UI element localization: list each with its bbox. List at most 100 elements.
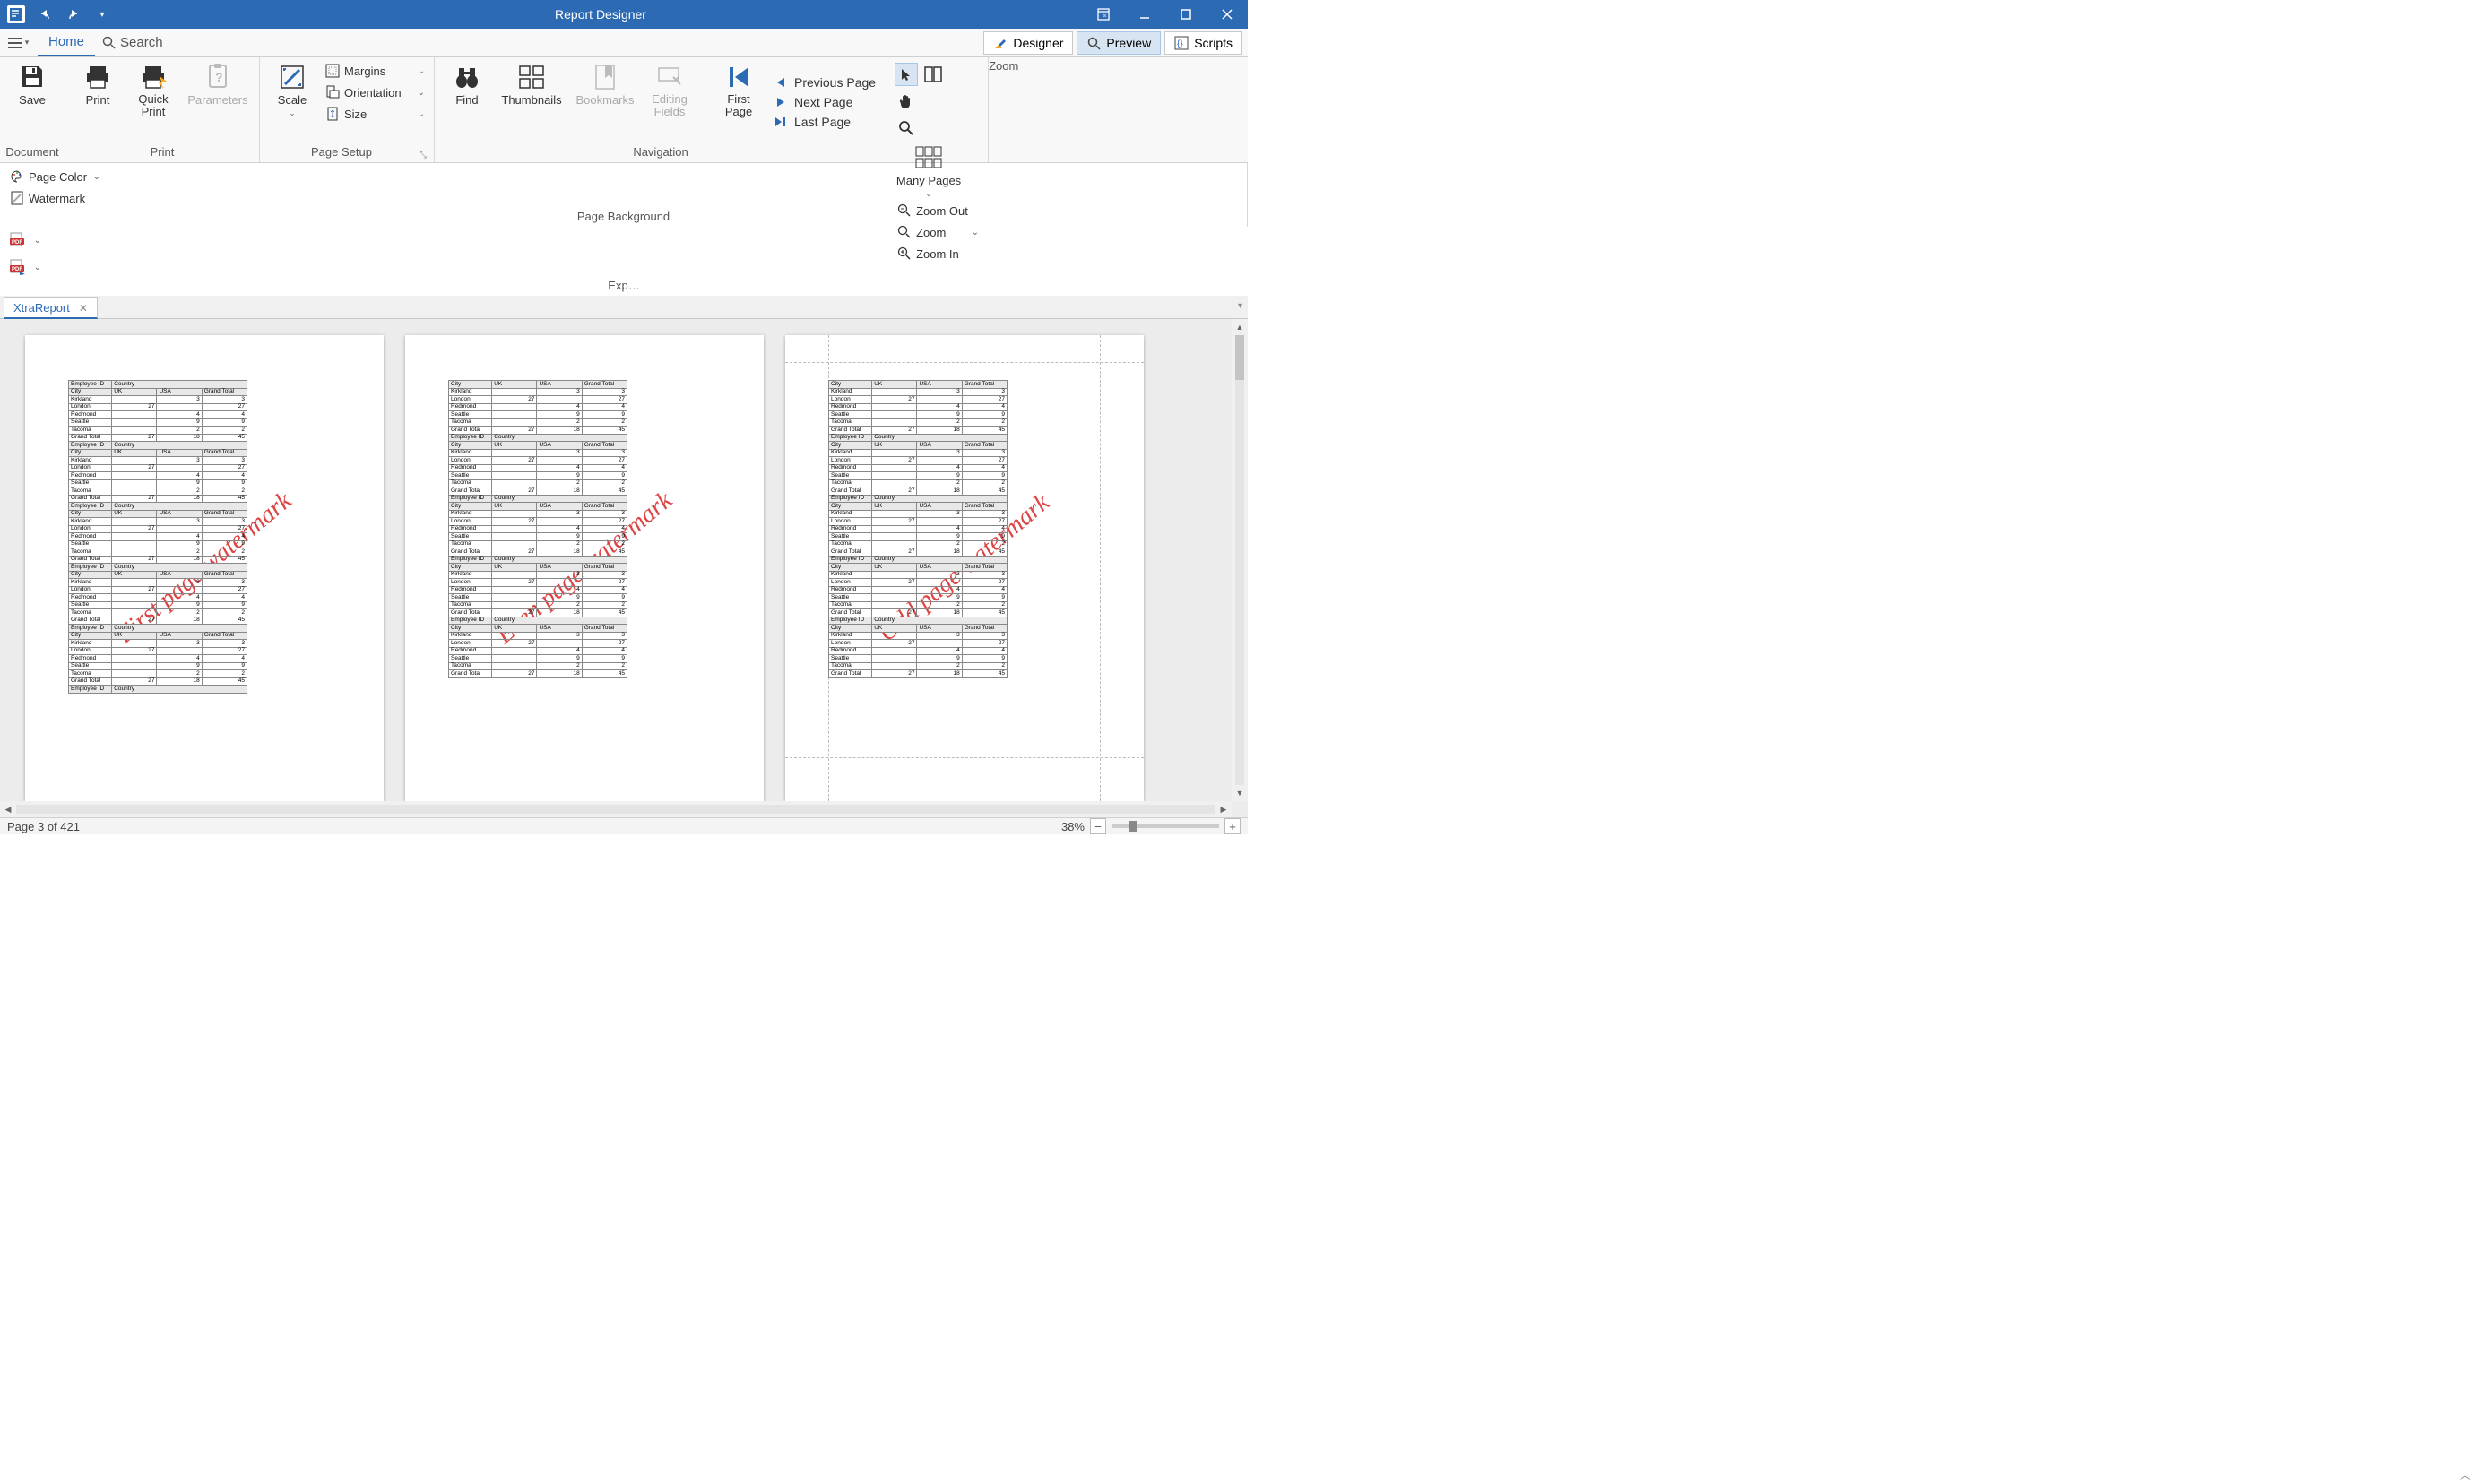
parameters-button[interactable]: ? Parameters	[182, 61, 254, 108]
orientation-button[interactable]: Orientation ⌄	[321, 82, 428, 102]
app-icon[interactable]	[4, 2, 29, 27]
export-pdf-button[interactable]: PDF ⌄	[5, 230, 45, 250]
vertical-scrollbar[interactable]: ▲ ▼	[1232, 319, 1248, 801]
close-tab-icon[interactable]: ✕	[79, 302, 88, 315]
svg-text:{}: {}	[1177, 39, 1183, 49]
document-tab-strip: XtraReport ✕ ▾	[0, 296, 1248, 319]
status-bar: Page 3 of 421 38% − +	[0, 817, 1248, 834]
bookmarks-button[interactable]: Bookmarks	[569, 61, 641, 108]
magnifier-tool-button[interactable]	[895, 116, 918, 140]
zoom-out-icon	[896, 203, 913, 219]
size-button[interactable]: Size ⌄	[321, 104, 428, 124]
scroll-up-icon[interactable]: ▲	[1232, 319, 1248, 335]
maximize-button[interactable]	[1165, 0, 1207, 29]
qat-customize[interactable]: ▾	[90, 2, 115, 27]
first-page-button[interactable]: FirstPage	[712, 61, 766, 121]
ribbon-group-page-setup: Scale ⌄ Margins ⌄ Orientation ⌄ Size ⌄	[260, 57, 435, 162]
minimize-button[interactable]	[1124, 0, 1165, 29]
pointer-tool-button[interactable]	[895, 63, 918, 86]
save-icon	[18, 63, 47, 91]
svg-text:PDF: PDF	[12, 240, 22, 246]
ribbon-group-export: PDF ⌄ PDF ⌄ Exp…	[0, 227, 1248, 296]
editing-fields-button[interactable]: EditingFields	[643, 61, 696, 121]
ribbon-group-document: Save Document	[0, 57, 65, 162]
last-page-button[interactable]: Last Page	[767, 113, 881, 131]
ribbon-group-print: Print QuickPrint ? Parameters Print	[65, 57, 260, 162]
scale-icon	[278, 63, 307, 91]
zoom-out-button[interactable]: Zoom Out	[893, 201, 982, 220]
single-page-icon	[924, 66, 942, 82]
size-icon	[324, 106, 341, 122]
find-button[interactable]: Find	[440, 61, 494, 108]
next-page-button[interactable]: Next Page	[767, 93, 881, 111]
view-tab-scripts[interactable]: {} Scripts	[1164, 31, 1242, 55]
tab-home[interactable]: Home	[38, 29, 95, 56]
ribbon: Save Document Print QuickPrint ?	[0, 57, 1248, 163]
scroll-right-icon[interactable]: ▶	[1215, 801, 1232, 817]
report-table: CityUKUSAGrand TotalKirkland33London2727…	[828, 380, 1008, 678]
zoom-minus-button[interactable]: −	[1090, 818, 1106, 834]
preview-page[interactable]: Odd page watermark CityUKUSAGrand TotalK…	[785, 335, 1144, 801]
zoom-icon	[896, 224, 913, 240]
printer-icon	[83, 63, 112, 91]
thumbnails-icon	[517, 63, 546, 91]
first-page-icon	[724, 63, 753, 91]
zoom-percent-label[interactable]: 38%	[1061, 820, 1085, 833]
undo-button[interactable]	[32, 2, 57, 27]
page-color-button[interactable]: Page Color ⌄	[5, 167, 104, 186]
zoom-in-icon	[896, 246, 913, 262]
file-menu-button[interactable]: ▾	[5, 32, 30, 54]
thumbnails-button[interactable]: Thumbnails	[496, 61, 567, 108]
horizontal-scrollbar[interactable]: ◀ ▶	[0, 801, 1232, 817]
preview-icon	[1086, 36, 1101, 50]
previous-page-button[interactable]: Previous Page	[767, 73, 881, 91]
ribbon-group-page-background: Page Color ⌄ Watermark Page Background	[0, 163, 1248, 227]
margins-button[interactable]: Margins ⌄	[321, 61, 428, 81]
many-pages-button[interactable]: Many Pages ⌄	[893, 142, 965, 201]
zoom-in-button[interactable]: Zoom In	[893, 244, 982, 263]
export-pdf-send-button[interactable]: PDF ⌄	[5, 257, 45, 277]
scroll-down-icon[interactable]: ▼	[1232, 785, 1248, 801]
search-label: Search	[120, 35, 163, 50]
report-table: CityUKUSAGrand TotalKirkland33London2727…	[448, 380, 627, 678]
many-pages-icon	[914, 143, 943, 172]
close-button[interactable]	[1207, 0, 1248, 29]
redo-button[interactable]	[61, 2, 86, 27]
page-setup-dialog-launcher[interactable]: ⤡	[418, 151, 428, 160]
orientation-icon	[324, 84, 341, 100]
view-tab-preview[interactable]: Preview	[1077, 31, 1161, 55]
parameters-icon: ?	[203, 63, 232, 91]
margins-icon	[324, 63, 341, 79]
zoom-plus-button[interactable]: +	[1224, 818, 1241, 834]
hand-icon	[898, 93, 914, 109]
svg-text:?: ?	[215, 70, 223, 84]
preview-page[interactable]: Even page watermark CityUKUSAGrand Total…	[405, 335, 764, 801]
print-button[interactable]: Print	[71, 61, 125, 108]
scale-button[interactable]: Scale ⌄	[265, 61, 319, 120]
title-bar: ▾ Report Designer	[0, 0, 1248, 29]
window-title: Report Designer	[118, 7, 1083, 22]
report-table: Employee IDCountryCityUKUSAGrand TotalKi…	[68, 380, 247, 694]
pages-container[interactable]: First page watermark Employee IDCountryC…	[0, 319, 1248, 817]
quick-access-toolbar: ▾	[0, 2, 118, 27]
document-tab[interactable]: XtraReport ✕	[4, 297, 98, 319]
ribbon-display-options[interactable]	[1083, 0, 1124, 29]
page-info-label: Page 3 of 421	[7, 820, 80, 833]
zoom-slider[interactable]	[1112, 824, 1219, 828]
ribbon-group-zoom: Many Pages ⌄ Zoom Out Zoom ⌄ Zoom In	[887, 57, 989, 162]
scroll-left-icon[interactable]: ◀	[0, 801, 16, 817]
ribbon-search[interactable]: Search	[95, 35, 170, 50]
view-tab-designer[interactable]: Designer	[983, 31, 1073, 55]
ribbon-collapse-button[interactable]: ︿	[2460, 1467, 2470, 1482]
zoom-dropdown[interactable]: Zoom ⌄	[893, 222, 982, 242]
save-button[interactable]: Save	[5, 61, 59, 108]
single-page-view-button[interactable]	[921, 63, 945, 86]
ribbon-group-navigation: Find Thumbnails Bookmarks EditingFields …	[435, 57, 887, 162]
watermark-button[interactable]: Watermark	[5, 188, 104, 208]
tab-overflow-button[interactable]: ▾	[1238, 301, 1242, 311]
hand-tool-button[interactable]	[895, 90, 918, 113]
preview-page[interactable]: First page watermark Employee IDCountryC…	[25, 335, 384, 801]
quick-print-button[interactable]: QuickPrint	[126, 61, 180, 121]
watermark-icon	[9, 190, 25, 206]
window-controls	[1083, 0, 1248, 29]
